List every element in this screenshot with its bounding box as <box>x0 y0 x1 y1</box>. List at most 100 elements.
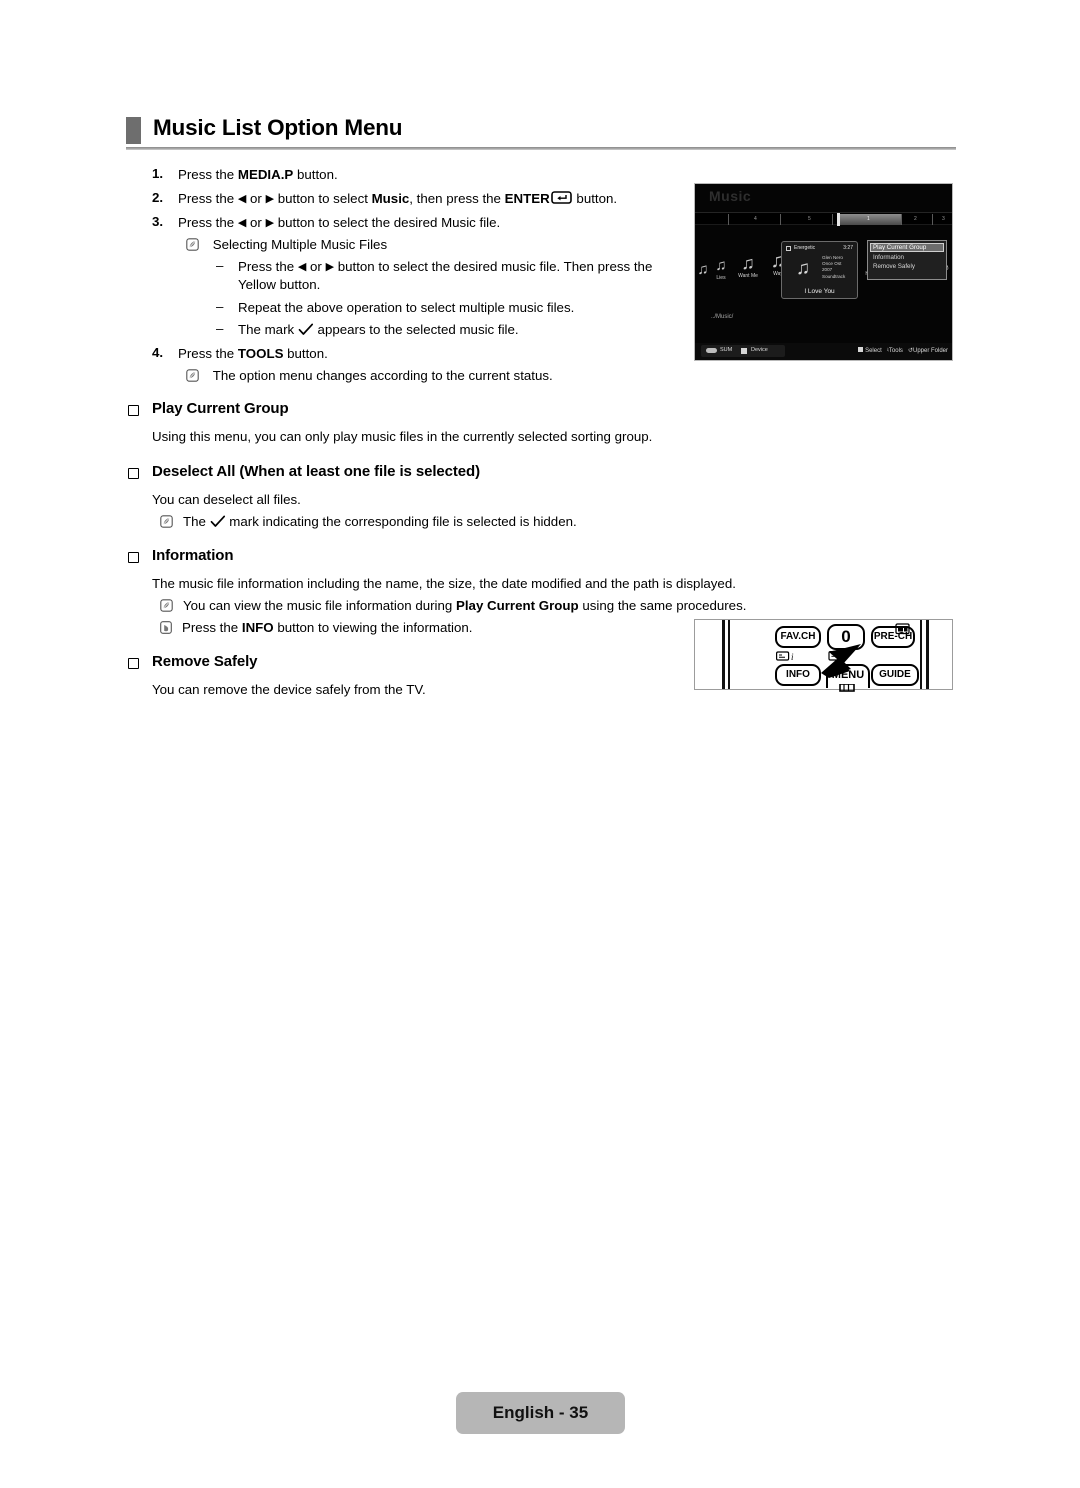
info-note1-post: using the same procedures. <box>578 598 747 613</box>
section-heading-play-current-group: Play Current Group <box>152 400 289 417</box>
remote-edge-left <box>722 620 725 689</box>
tv-hint-tools: Tools <box>888 348 903 354</box>
menu-item-play-current-group[interactable]: Play Current Group <box>870 243 944 253</box>
step-4-post: button. <box>283 346 328 361</box>
hand-pointer-icon <box>160 621 172 634</box>
step-4-note: The option menu changes according to the… <box>186 367 666 384</box>
step-4-number: 4. <box>152 345 164 360</box>
section-bullet-icon <box>128 466 139 479</box>
remote-key-guide[interactable]: GUIDE <box>871 664 919 686</box>
step-3-pre: Press the <box>178 215 238 230</box>
music-note-icon: ♫ <box>741 253 755 273</box>
step-2-or: or <box>246 191 266 206</box>
section-heading-deselect-all: Deselect All (When at least one file is … <box>152 463 480 480</box>
step-2-mid: button to select <box>274 191 372 206</box>
tv-scroll-label-0: 4 <box>754 216 757 222</box>
tv-track-label: Want Me <box>738 273 758 279</box>
check-mark-icon <box>298 323 314 337</box>
section-bullet-icon <box>128 550 139 563</box>
right-arrow-icon: ▶ <box>325 261 335 273</box>
remote-control-diagram: FAV.CH 0 PRE-CH INFO MENU GUIDE i <box>694 619 953 692</box>
tv-scroll-label-2: 1 <box>867 216 870 222</box>
menu-item-information[interactable]: Information <box>870 252 944 261</box>
callout-arrow-icon <box>821 644 861 678</box>
tv-scroll-label-4: 3 <box>942 216 945 222</box>
select-square-icon <box>858 347 864 352</box>
tv-card-mood: Energetic <box>794 245 816 251</box>
tv-device-pill[interactable]: SUM Device <box>701 345 785 357</box>
page-title-block: Music List Option Menu <box>126 115 956 157</box>
dash-marker: – <box>216 258 224 273</box>
page-footer: English - 35 <box>456 1392 625 1434</box>
sub1-pre: Press the <box>238 259 298 274</box>
list-item[interactable]: ♫ Lies <box>709 258 733 281</box>
info-note2-bold: INFO <box>241 620 274 635</box>
section-body-play-current-group: Using this menu, you can only play music… <box>152 429 653 444</box>
checkbox-icon[interactable] <box>786 246 791 251</box>
tv-scroll-label-3: 2 <box>914 216 917 222</box>
remote-key-guide-label: GUIDE <box>879 669 911 680</box>
sub1-post: button to select the desired music file.… <box>334 259 653 274</box>
device-square-icon <box>741 348 747 354</box>
note-icon <box>186 369 199 382</box>
remote-edge-left-2 <box>728 620 730 689</box>
tv-card-genre: Soundtrack <box>822 273 846 279</box>
list-item[interactable]: ♫ Want Me <box>733 253 763 279</box>
tv-hint-upper: Upper Folder <box>912 348 948 354</box>
right-arrow-icon: ▶ <box>265 193 275 205</box>
step-2-text: Press the ◀ or ▶ button to select Music,… <box>178 190 698 208</box>
tv-scroll-label-1: 5 <box>808 216 811 222</box>
tv-card-track-name: I Love You <box>804 288 835 295</box>
tv-status-bar: SUM Device Select ♮Tools ↺Upper Folder <box>695 343 952 360</box>
step-4-pre: Press the <box>178 346 238 361</box>
manual-page: Music List Option Menu 1. Press the MEDI… <box>0 0 1080 1488</box>
right-arrow-icon: ▶ <box>265 217 275 229</box>
picture-icon <box>895 623 910 635</box>
step-1-number: 1. <box>152 166 164 181</box>
tv-key-hints: Select ♮Tools ↺Upper Folder <box>858 347 948 354</box>
step-4-text: Press the TOOLS button. <box>178 345 628 362</box>
check-mark-icon <box>210 515 226 529</box>
tv-sort-scrollbar: 4 5 1 2 3 <box>695 212 952 226</box>
title-divider <box>126 147 956 150</box>
step-3-sub-3: The mark appears to the selected music f… <box>238 321 688 338</box>
step-1-text: Press the MEDIA.P button. <box>178 166 678 183</box>
dash-marker: – <box>216 299 224 314</box>
step-4-button: TOOLS <box>237 346 284 361</box>
music-note-icon: ♫ <box>715 257 727 274</box>
step-4-note-text: The option menu changes according to the… <box>212 368 553 383</box>
tv-card-duration: 3:27 <box>843 245 853 251</box>
step-1-button: MEDIA.P <box>237 167 294 182</box>
title-accent-bar <box>126 117 141 144</box>
tv-track-label: Lies <box>716 275 726 281</box>
enter-key-icon <box>550 191 572 204</box>
tv-selected-track-card[interactable]: Energetic 3:27 ♫ Glen Nero Once Ost 2007… <box>781 241 858 299</box>
tv-current-path: ../Music/ <box>711 314 734 320</box>
svg-text:i: i <box>791 652 794 662</box>
remote-edge-right <box>926 620 929 689</box>
deselect-note-pre: The <box>183 514 210 529</box>
info-note1-pre: You can view the music file information … <box>183 598 456 613</box>
step-3-note-text: Selecting Multiple Music Files <box>212 237 388 252</box>
step-1-pre: Press the <box>178 167 238 182</box>
remote-edge-right-2 <box>920 620 922 689</box>
step-2-music: Music <box>371 191 410 206</box>
dash-marker: – <box>216 321 224 336</box>
note-icon <box>160 599 173 612</box>
step-3-sub-1-cont: Yellow button. <box>238 277 321 292</box>
page-title: Music List Option Menu <box>153 115 403 140</box>
tv-screenshot-image: Music 4 5 1 2 3 ♫ ♫ Lies ♫ Want Me ♫ Way… <box>694 183 953 361</box>
section-body-deselect-all: You can deselect all files. <box>152 492 301 507</box>
step-3-or: or <box>246 215 266 230</box>
page-number-label: English - 35 <box>492 1403 589 1422</box>
step-2-post: button. <box>572 191 618 206</box>
section-body-information: The music file information including the… <box>152 576 736 591</box>
tv-device-label: Device <box>751 347 768 353</box>
section-bullet-icon <box>128 656 139 669</box>
step-3-number: 3. <box>152 214 164 229</box>
step-2-pre: Press the <box>178 191 238 206</box>
section-heading-remove-safely: Remove Safely <box>152 653 258 670</box>
tv-hint-select: Select <box>865 348 882 354</box>
menu-item-remove-safely[interactable]: Remove Safely <box>870 262 944 271</box>
tv-card-metadata: Glen Nero Once Ost 2007 Soundtrack <box>822 255 845 280</box>
